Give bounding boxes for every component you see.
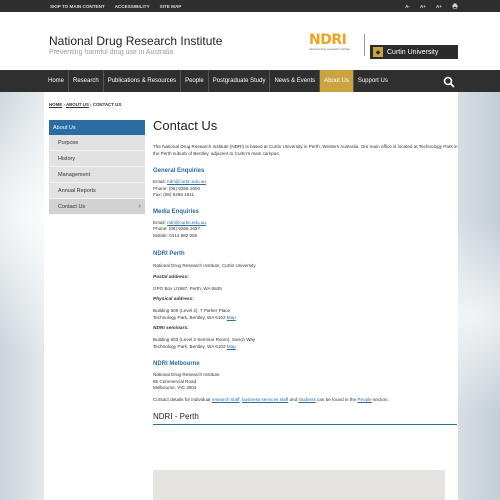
sitemap-link[interactable]: SITE MAP bbox=[160, 4, 182, 9]
curtin-crest-icon: ◆ bbox=[373, 47, 383, 57]
main-content: Contact Us The National Drug Research In… bbox=[153, 118, 459, 425]
sidenav-item-label: Contact Us bbox=[58, 203, 86, 210]
site-title[interactable]: National Drug Research Institute bbox=[49, 34, 222, 48]
research-staff-link[interactable]: research staff bbox=[212, 397, 240, 402]
people-note-text: can be found in the bbox=[315, 396, 358, 402]
nav-item-people[interactable]: People bbox=[180, 70, 208, 92]
perth-heading: NDRI Perth bbox=[153, 251, 185, 257]
section-sidenav: About Us Purpose History Management Annu… bbox=[49, 120, 145, 215]
nav-item-support-us[interactable]: Support Us bbox=[352, 70, 392, 92]
sidenav-item-management[interactable]: Management bbox=[49, 167, 145, 183]
email-label: Email: bbox=[153, 219, 168, 225]
ndri-logo-subtext: national drug research institute bbox=[309, 47, 351, 51]
postal-address-label: Postal address: bbox=[153, 274, 189, 280]
sidenav-item-label: History bbox=[58, 155, 76, 162]
map-heading: NDRI - Perth bbox=[153, 412, 199, 421]
sidenav-item-annual-reports[interactable]: Annual Reports bbox=[49, 183, 145, 199]
sidenav-item-label: Purpose bbox=[58, 139, 79, 146]
media-enquiries-section: Media Enquiries Email: ndri@curtin.edu.a… bbox=[153, 209, 459, 240]
melbourne-heading: NDRI Melbourne bbox=[153, 361, 200, 367]
map-heading-rule bbox=[153, 424, 457, 425]
perth-section: NDRI Perth National Drug Research Instit… bbox=[153, 251, 459, 350]
melbourne-section: NDRI Melbourne National Drug Research In… bbox=[153, 361, 459, 392]
nav-item-publications[interactable]: Publications & Resources bbox=[102, 70, 180, 92]
font-size-large-button[interactable]: A+ bbox=[436, 4, 442, 9]
ndri-logo-wordmark: NDRI bbox=[309, 32, 347, 48]
postal-address: GPO Box U1987, Perth, WA 6845 bbox=[153, 285, 222, 291]
breadcrumb-separator: › bbox=[63, 102, 65, 107]
physical-address-line: Technology Park, Bentley, WA 6102 bbox=[153, 314, 227, 320]
breadcrumb-separator: › bbox=[90, 102, 92, 107]
sidenav-item-purpose[interactable]: Purpose bbox=[49, 135, 145, 151]
site-header: National Drug Research Institute Prevent… bbox=[0, 12, 500, 70]
intro-text: The National Drug Research Institute (ND… bbox=[153, 144, 458, 156]
nav-item-research[interactable]: Research bbox=[68, 70, 103, 92]
breadcrumb-about[interactable]: ABOUT US bbox=[66, 102, 89, 107]
nav-item-about-us[interactable]: About Us bbox=[319, 70, 353, 92]
search-icon[interactable] bbox=[443, 75, 455, 88]
main-nav: Home Research Publications & Resources P… bbox=[0, 70, 500, 92]
logo-divider bbox=[364, 34, 365, 56]
people-link[interactable]: People bbox=[357, 397, 371, 402]
people-note-text: Contact details for individual bbox=[153, 396, 212, 402]
accessibility-link[interactable]: ACCESSIBILITY bbox=[115, 4, 150, 9]
chevron-right-icon: › bbox=[138, 203, 141, 210]
business-staff-link[interactable]: business services staff bbox=[242, 397, 288, 402]
site-tagline: Preventing harmful drug use in Australia bbox=[49, 49, 174, 56]
people-note-text: and bbox=[288, 396, 299, 402]
people-note-text: section. bbox=[371, 396, 389, 402]
breadcrumb: HOME › ABOUT US › CONTACT US bbox=[49, 102, 121, 107]
utility-bar: SKIP TO MAIN CONTENT ACCESSIBILITY SITE … bbox=[0, 0, 500, 12]
general-enquiries-section: General Enquiries Email: ndri@curtin.edu… bbox=[153, 168, 459, 199]
general-enquiries-heading: General Enquiries bbox=[153, 168, 205, 174]
physical-map-link[interactable]: Map bbox=[227, 315, 236, 320]
media-enquiries-heading: Media Enquiries bbox=[153, 208, 200, 215]
general-fax: Fax: (08) 9266 1611 bbox=[153, 192, 195, 197]
embedded-map[interactable] bbox=[153, 470, 445, 500]
font-size-increase-button[interactable]: A+ bbox=[420, 4, 426, 9]
sidenav-item-history[interactable]: History bbox=[49, 151, 145, 167]
physical-address-label: Physical address: bbox=[153, 297, 194, 302]
seminars-address-line: Technology Park, Bentley, WA 6102 bbox=[153, 343, 227, 349]
breadcrumb-home[interactable]: HOME bbox=[49, 102, 62, 107]
nav-item-postgraduate[interactable]: Postgraduate Study bbox=[207, 70, 270, 92]
sidenav-item-about-us[interactable]: About Us bbox=[49, 120, 145, 135]
page-title: Contact Us bbox=[153, 118, 218, 133]
seminars-label: NDRI seminars: bbox=[153, 326, 189, 331]
ndri-logo[interactable]: NDRI national drug research institute bbox=[309, 32, 359, 60]
general-email-link[interactable]: ndri@curtin.edu.au bbox=[167, 179, 206, 184]
media-email-link[interactable]: ndri@curtin.edu.au bbox=[167, 220, 206, 225]
perth-org: National Drug Research Institute, Curtin… bbox=[153, 263, 256, 268]
breadcrumb-current: CONTACT US bbox=[92, 102, 122, 107]
nav-item-news-events[interactable]: News & Events bbox=[269, 70, 319, 92]
printer-icon[interactable] bbox=[452, 3, 458, 10]
content-panel: HOME › ABOUT US › CONTACT US About Us Pu… bbox=[44, 92, 458, 500]
sidenav-item-label: Annual Reports bbox=[58, 187, 96, 194]
nav-item-home[interactable]: Home bbox=[44, 70, 68, 92]
melbourne-line: Melbourne, VIC 3004 bbox=[153, 385, 197, 390]
skip-to-main-link[interactable]: SKIP TO MAIN CONTENT bbox=[50, 4, 105, 9]
email-label: Email: bbox=[153, 179, 168, 184]
people-note: Contact details for individual research … bbox=[153, 397, 459, 404]
students-link[interactable]: students bbox=[298, 397, 315, 402]
curtin-logo-name: Curtin University bbox=[387, 48, 439, 56]
sidenav-item-contact-us[interactable]: Contact Us › bbox=[49, 199, 145, 215]
curtin-logo[interactable]: ◆ Curtin University bbox=[370, 45, 458, 59]
font-size-decrease-button[interactable]: A- bbox=[405, 4, 410, 9]
media-mobile: Mobile: 0414 682 055 bbox=[153, 232, 198, 238]
sidenav-item-label: Management bbox=[58, 171, 91, 178]
seminars-map-link[interactable]: Map bbox=[227, 344, 236, 349]
